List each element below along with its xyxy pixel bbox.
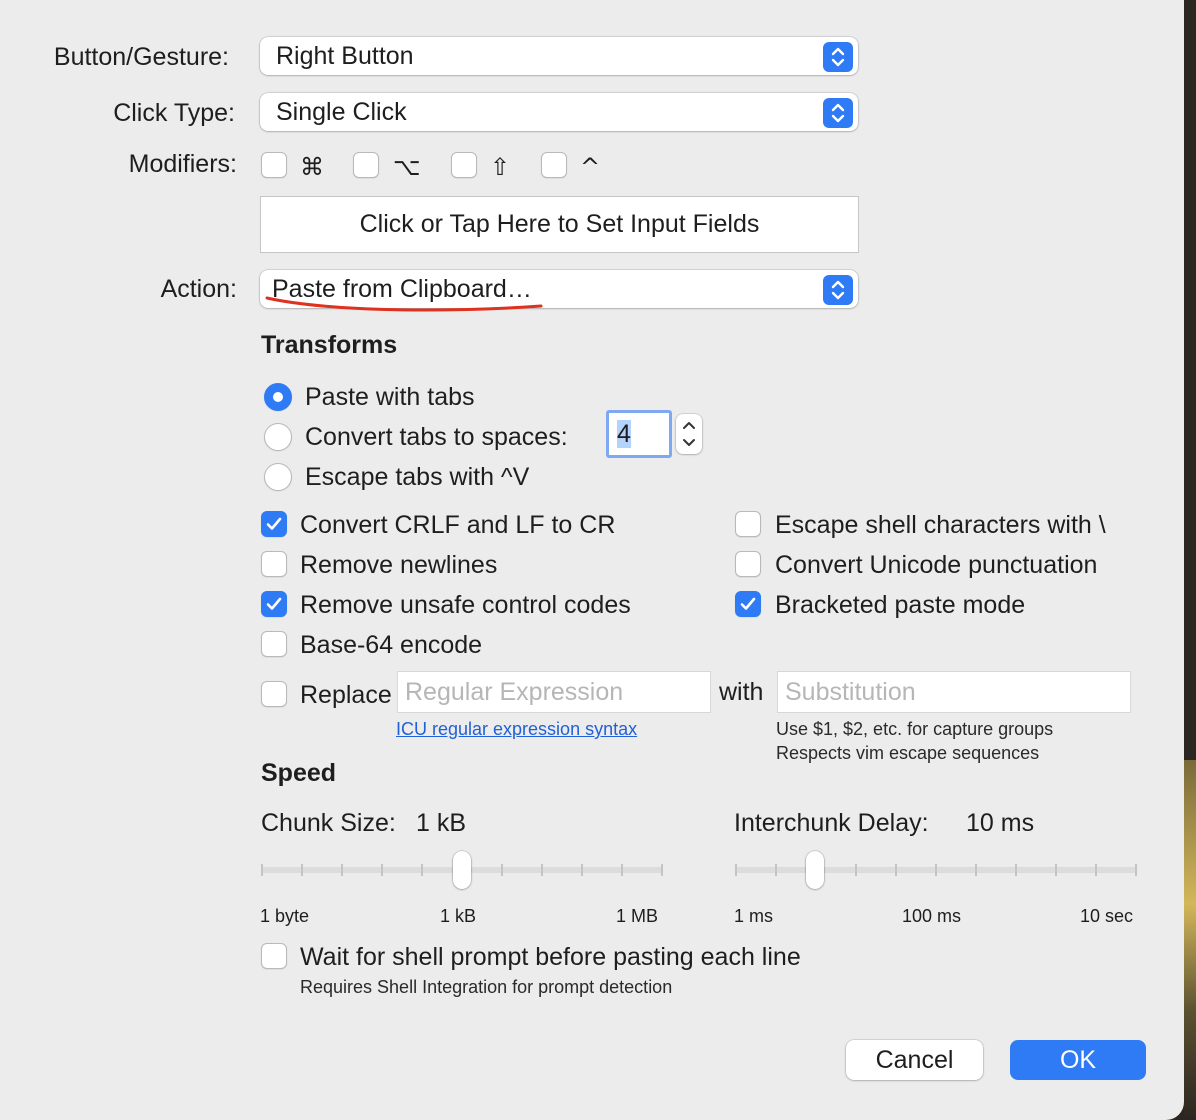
slider-tick <box>421 864 423 876</box>
escape-shell-checkbox[interactable] <box>735 511 761 537</box>
vim-escape-hint: Respects vim escape sequences <box>776 743 1040 763</box>
convert-unicode-label: Convert Unicode punctuation <box>775 551 1098 579</box>
remove-newlines-label: Remove newlines <box>300 551 498 579</box>
remove-newlines-checkbox[interactable] <box>261 551 287 577</box>
delay-tick-label-mid: 100 ms <box>902 906 962 926</box>
interchunk-delay-value: 10 ms <box>966 809 1035 837</box>
wait-prompt-hint: Requires Shell Integration for prompt de… <box>300 977 673 997</box>
delay-tick-label-min: 1 ms <box>734 906 774 926</box>
tab-spaces-field[interactable]: 4 <box>606 410 672 458</box>
interchunk-delay-label: Interchunk Delay: <box>734 809 929 837</box>
modifier-shift-checkbox[interactable] <box>451 152 477 178</box>
button-gesture-value: Right Button <box>276 42 414 70</box>
convert-crlf-label: Convert CRLF and LF to CR <box>300 511 616 539</box>
substitution-field[interactable]: Substitution <box>777 671 1131 713</box>
escape-tabs-label: Escape tabs with ^V <box>305 463 530 491</box>
slider-tick <box>581 864 583 876</box>
modifier-control-checkbox[interactable] <box>541 152 567 178</box>
remove-unsafe-checkbox[interactable] <box>261 591 287 617</box>
paste-with-tabs-label: Paste with tabs <box>305 383 475 411</box>
set-input-fields-area[interactable]: Click or Tap Here to Set Input Fields <box>260 196 859 253</box>
tab-spaces-stepper[interactable] <box>676 414 702 454</box>
slider-tick <box>735 864 737 876</box>
convert-unicode-checkbox[interactable] <box>735 551 761 577</box>
replace-label: Replace <box>300 681 392 709</box>
slider-knob[interactable] <box>806 851 824 889</box>
popup-arrows-icon <box>823 275 853 305</box>
convert-crlf-checkbox[interactable] <box>261 511 287 537</box>
icu-syntax-link[interactable]: ICU regular expression syntax <box>396 719 637 740</box>
edit-pointer-action-dialog: Button/Gesture: Right Button Click Type:… <box>0 0 1184 1120</box>
interchunk-delay-slider[interactable] <box>735 850 1137 894</box>
remove-unsafe-label: Remove unsafe control codes <box>300 591 631 619</box>
speed-heading: Speed <box>261 759 337 787</box>
command-key-icon: ⌘ <box>300 153 324 181</box>
slider-tick <box>541 864 543 876</box>
slider-tick <box>975 864 977 876</box>
wait-prompt-checkbox[interactable] <box>261 943 287 969</box>
ok-button[interactable]: OK <box>1010 1040 1146 1080</box>
slider-tick <box>661 864 663 876</box>
slider-knob[interactable] <box>453 851 471 889</box>
transforms-heading: Transforms <box>261 331 398 359</box>
bracketed-paste-checkbox[interactable] <box>735 591 761 617</box>
checkmark-icon <box>740 597 756 610</box>
chunk-size-label: Chunk Size: <box>261 809 396 837</box>
button-gesture-label: Button/Gesture: <box>53 43 229 71</box>
click-type-value: Single Click <box>276 98 407 126</box>
chunk-tick-label-min: 1 byte <box>260 906 310 926</box>
slider-tick <box>301 864 303 876</box>
cancel-button[interactable]: Cancel <box>846 1040 983 1080</box>
chunk-tick-label-max: 1 MB <box>616 906 659 926</box>
chunk-size-value: 1 kB <box>416 809 467 837</box>
base64-checkbox[interactable] <box>261 631 287 657</box>
convert-tabs-label: Convert tabs to spaces: <box>305 423 568 451</box>
paste-with-tabs-radio[interactable] <box>264 383 292 411</box>
slider-tick <box>381 864 383 876</box>
slider-tick <box>621 864 623 876</box>
click-type-popup[interactable]: Single Click <box>260 93 858 131</box>
shift-key-icon: ⇧ <box>490 153 511 181</box>
option-key-icon: ⌥ <box>393 153 421 181</box>
slider-tick <box>501 864 503 876</box>
replace-checkbox[interactable] <box>261 681 287 707</box>
escape-shell-label: Escape shell characters with \ <box>775 511 1106 539</box>
chunk-tick-label-mid: 1 kB <box>440 906 477 926</box>
slider-tick <box>1135 864 1137 876</box>
checkmark-icon <box>266 597 282 610</box>
slider-tick <box>855 864 857 876</box>
control-key-icon: ^ <box>580 153 601 181</box>
desktop-background <box>1184 760 1196 1120</box>
slider-tick <box>935 864 937 876</box>
popup-arrows-icon <box>823 42 853 72</box>
modifier-command-checkbox[interactable] <box>261 152 287 178</box>
modifier-option-checkbox[interactable] <box>353 152 379 178</box>
slider-tick <box>1015 864 1017 876</box>
red-annotation-underline <box>265 296 543 312</box>
capture-groups-hint: Use $1, $2, etc. for capture groups <box>776 719 1054 739</box>
escape-tabs-radio[interactable] <box>264 463 292 491</box>
slider-tick <box>1095 864 1097 876</box>
convert-tabs-radio[interactable] <box>264 423 292 451</box>
button-gesture-popup[interactable]: Right Button <box>260 37 858 75</box>
popup-arrows-icon <box>823 98 853 128</box>
action-label: Action: <box>160 275 237 303</box>
slider-tick <box>1055 864 1057 876</box>
with-label: with <box>719 678 764 706</box>
modifiers-label: Modifiers: <box>128 150 237 178</box>
click-type-label: Click Type: <box>113 99 235 127</box>
tab-spaces-value: 4 <box>617 420 631 448</box>
base64-label: Base-64 encode <box>300 631 483 659</box>
chunk-size-slider[interactable] <box>261 850 663 894</box>
slider-tick <box>775 864 777 876</box>
regex-field[interactable]: Regular Expression <box>397 671 711 713</box>
delay-tick-label-max: 10 sec <box>1080 906 1134 926</box>
slider-tick <box>895 864 897 876</box>
bracketed-paste-label: Bracketed paste mode <box>775 591 1026 619</box>
checkmark-icon <box>266 517 282 530</box>
wait-prompt-label: Wait for shell prompt before pasting eac… <box>300 943 801 971</box>
slider-tick <box>341 864 343 876</box>
slider-tick <box>261 864 263 876</box>
